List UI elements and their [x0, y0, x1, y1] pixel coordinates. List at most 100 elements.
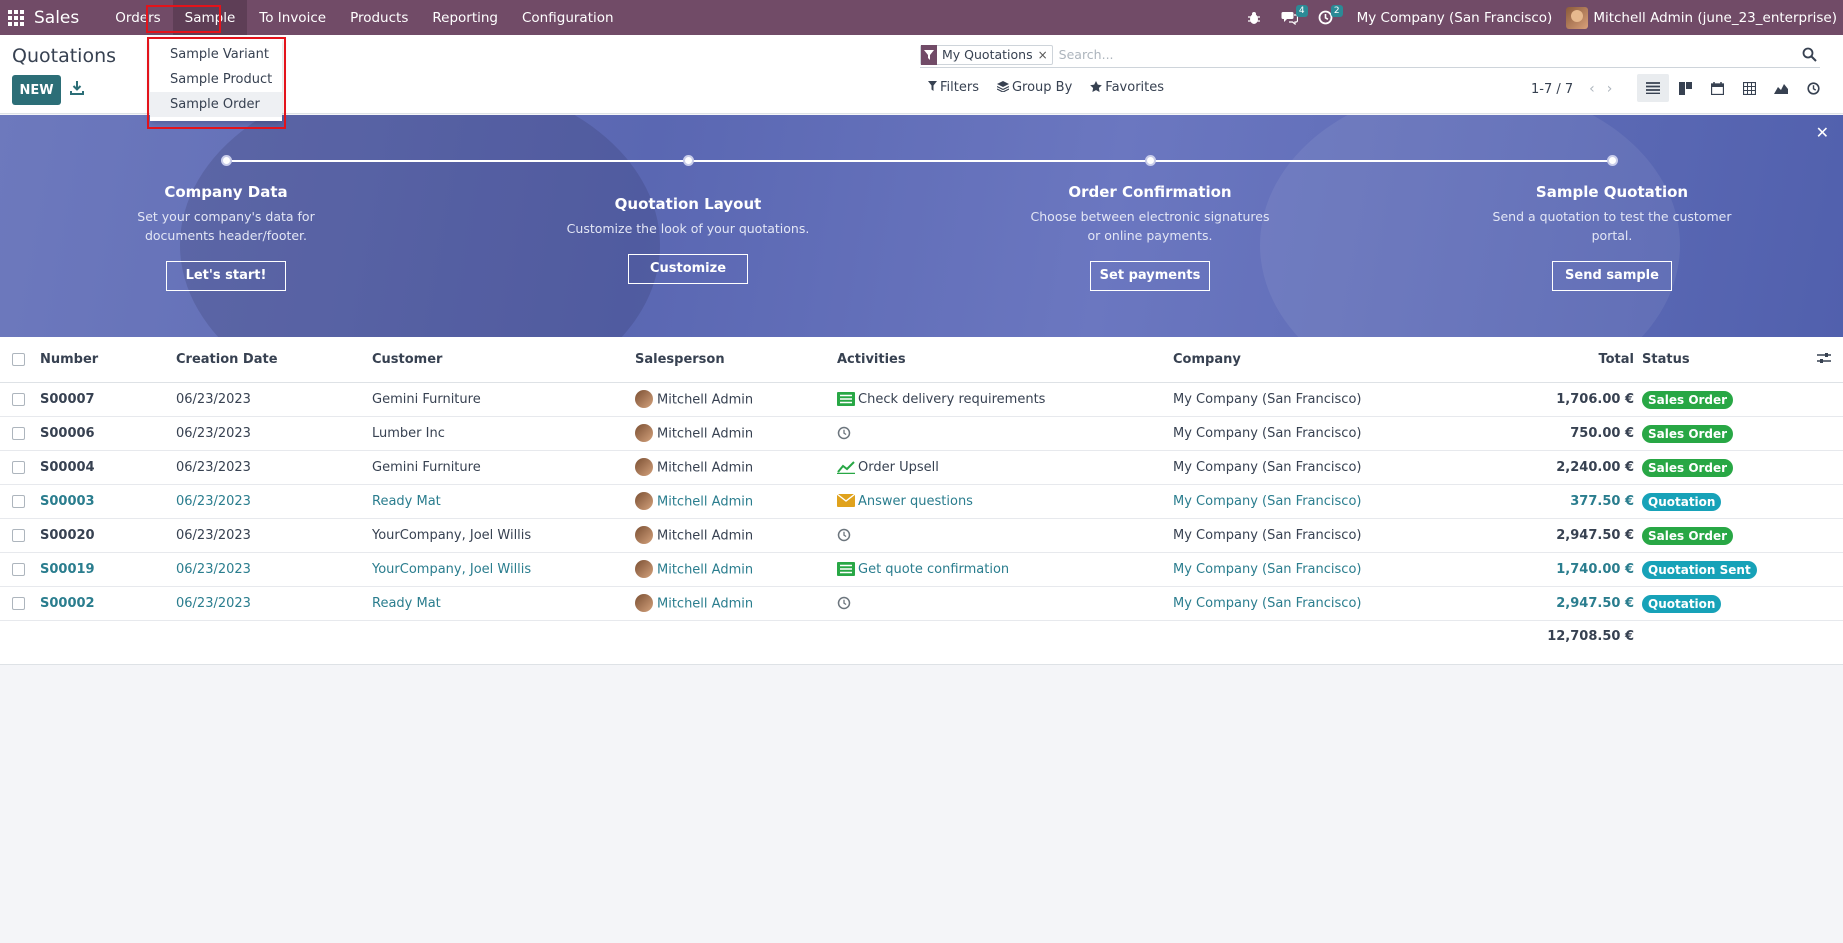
menu-sample-product[interactable]: Sample Product — [150, 67, 282, 92]
menu-to-invoice[interactable]: To Invoice — [247, 0, 338, 35]
clock-icon[interactable] — [837, 426, 855, 440]
banner-close-icon[interactable]: ✕ — [1816, 123, 1829, 142]
envelope-icon[interactable] — [836, 492, 856, 508]
pager-value[interactable]: 1-7 / 7 — [1531, 82, 1573, 97]
filters-toggle[interactable]: Filters — [928, 80, 979, 95]
row-checkbox[interactable] — [12, 427, 25, 440]
step-title: Company Data — [164, 183, 288, 201]
status-badge: Quotation — [1642, 595, 1722, 613]
graph-view-icon[interactable] — [1765, 74, 1797, 102]
column-creation-date[interactable]: Creation Date — [176, 352, 278, 367]
clock-icon[interactable] — [837, 528, 855, 542]
debug-bug-icon[interactable] — [1237, 0, 1271, 35]
pager: 1-7 / 7 ‹ › — [1531, 81, 1612, 97]
table-row[interactable]: S00020 06/23/2023 YourCompany, Joel Willis… — [0, 519, 1843, 553]
activity[interactable] — [837, 426, 858, 441]
activity-view-icon[interactable] — [1797, 74, 1829, 102]
column-company[interactable]: Company — [1173, 352, 1241, 367]
column-total[interactable]: Total — [1480, 352, 1634, 367]
table-row[interactable]: S00007 06/23/2023 Gemini Furniture Mitchell… — [0, 383, 1843, 417]
salesperson-name: Mitchell Admin — [657, 426, 754, 441]
row-checkbox[interactable] — [12, 529, 25, 542]
app-menu-icon[interactable] — [1, 0, 31, 35]
menu-orders[interactable]: Orders — [103, 0, 172, 35]
pivot-view-icon[interactable] — [1733, 74, 1765, 102]
step-company-data: Company Data Set your company's data for… — [96, 183, 356, 291]
table-row[interactable]: S00004 06/23/2023 Gemini Furniture Mitchell… — [0, 451, 1843, 485]
menu-products[interactable]: Products — [338, 0, 420, 35]
pager-previous-icon[interactable]: ‹ — [1589, 81, 1595, 97]
chart-icon[interactable] — [837, 460, 855, 474]
menu-sample-order[interactable]: Sample Order — [150, 92, 282, 117]
activity[interactable] — [837, 596, 858, 611]
order-total: 1,706.00 € — [1556, 392, 1634, 407]
pager-next-icon[interactable]: › — [1607, 81, 1613, 97]
activity[interactable]: Check delivery requirements — [837, 391, 1046, 407]
messages-icon[interactable]: 4 — [1271, 0, 1308, 35]
menu-sample[interactable]: Sample — [172, 0, 248, 35]
kanban-view-icon[interactable] — [1669, 74, 1701, 102]
activity[interactable]: Answer questions — [836, 492, 973, 509]
column-status[interactable]: Status — [1642, 352, 1690, 367]
search-facet[interactable]: My Quotations × — [920, 44, 1053, 65]
creation-date: 06/23/2023 — [176, 392, 251, 407]
optional-columns-icon[interactable] — [1817, 352, 1831, 368]
menu-sample-variant[interactable]: Sample Variant — [150, 42, 282, 67]
user-name: Mitchell Admin (june_23_enterprise) — [1593, 9, 1837, 26]
favorites-toggle[interactable]: Favorites — [1090, 80, 1164, 95]
select-all-checkbox[interactable] — [12, 353, 25, 366]
activities-count-badge: 2 — [1330, 5, 1343, 17]
step-description: Choose between electronic signatures or … — [1030, 209, 1270, 243]
row-checkbox[interactable] — [12, 393, 25, 406]
company-name: My Company (San Francisco) — [1173, 460, 1362, 475]
facet-remove-icon[interactable]: × — [1038, 48, 1052, 62]
salesperson-avatar — [635, 457, 653, 476]
clock-icon[interactable] — [837, 596, 855, 610]
list-icon[interactable] — [837, 561, 855, 576]
status-badge: Sales Order — [1642, 391, 1734, 409]
salesperson: Mitchell Admin — [635, 457, 753, 477]
page-title[interactable]: Quotations — [12, 45, 116, 67]
user-menu[interactable]: Mitchell Admin (june_23_enterprise) — [1566, 6, 1837, 29]
salesperson-name: Mitchell Admin — [657, 562, 754, 577]
search-input[interactable]: Search... — [1059, 47, 1802, 62]
step-title: Sample Quotation — [1535, 183, 1689, 201]
send-sample-button[interactable]: Send sample — [1552, 261, 1672, 291]
column-salesperson[interactable]: Salesperson — [635, 352, 725, 367]
row-checkbox[interactable] — [12, 563, 25, 576]
activity[interactable] — [837, 528, 858, 543]
order-number: S00004 — [40, 460, 95, 475]
column-customer[interactable]: Customer — [372, 352, 442, 367]
table-row[interactable]: S00003 06/23/2023 Ready Mat Mitchell Admin A… — [0, 485, 1843, 519]
menu-reporting[interactable]: Reporting — [420, 0, 510, 35]
calendar-view-icon[interactable] — [1701, 74, 1733, 102]
activity-summary: Get quote confirmation — [858, 562, 1010, 577]
activity[interactable]: Get quote confirmation — [837, 561, 1010, 577]
row-checkbox[interactable] — [12, 461, 25, 474]
salesperson-avatar — [635, 423, 653, 442]
row-checkbox[interactable] — [12, 495, 25, 508]
table-row[interactable]: S00006 06/23/2023 Lumber Inc Mitchell Admin… — [0, 417, 1843, 451]
set-payments-button[interactable]: Set payments — [1090, 261, 1210, 291]
table-row[interactable]: S00002 06/23/2023 Ready Mat Mitchell Admin M… — [0, 587, 1843, 621]
customize-button[interactable]: Customize — [628, 254, 748, 284]
company-switcher[interactable]: My Company (San Francisco) — [1357, 10, 1553, 26]
lets-start-button[interactable]: Let's start! — [166, 261, 286, 291]
search-icon[interactable] — [1802, 47, 1818, 63]
row-checkbox[interactable] — [12, 597, 25, 610]
column-number[interactable]: Number — [40, 352, 98, 367]
column-activities[interactable]: Activities — [837, 352, 906, 367]
table-row[interactable]: S00019 06/23/2023 YourCompany, Joel Willis… — [0, 553, 1843, 587]
new-button[interactable]: NEW — [12, 75, 61, 105]
app-brand[interactable]: Sales — [34, 8, 79, 28]
activity-summary: Check delivery requirements — [858, 392, 1046, 407]
list-view-icon[interactable] — [1637, 74, 1669, 102]
list-icon[interactable] — [837, 391, 855, 406]
step-dot-4 — [1607, 155, 1618, 166]
activity[interactable]: Order Upsell — [837, 460, 939, 475]
activities-clock-icon[interactable]: 2 — [1308, 0, 1343, 35]
download-icon[interactable] — [70, 80, 84, 98]
groupby-toggle[interactable]: Group By — [996, 80, 1073, 95]
groupby-label: Group By — [1011, 80, 1073, 95]
menu-configuration[interactable]: Configuration — [510, 0, 626, 35]
